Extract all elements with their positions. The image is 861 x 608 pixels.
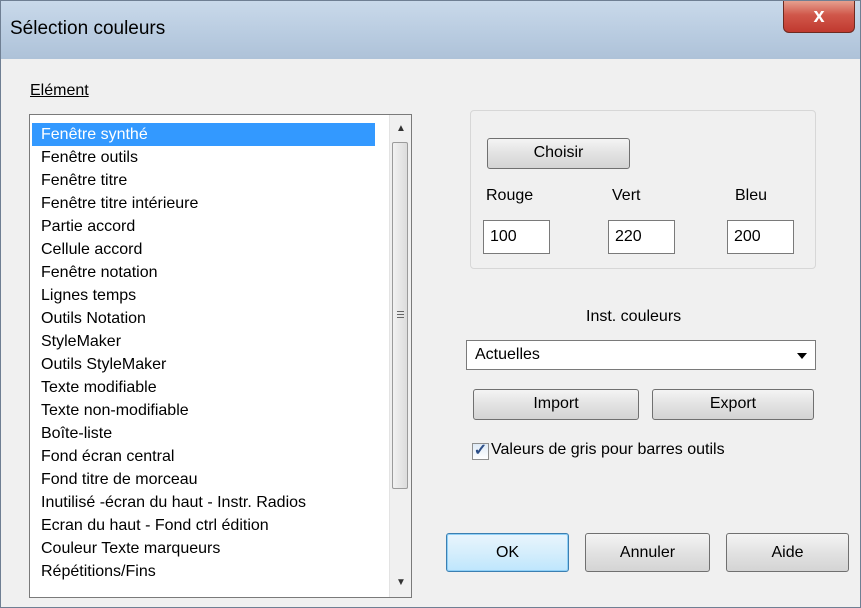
grip-line xyxy=(397,317,404,318)
title-bar[interactable]: Sélection couleurs x xyxy=(1,1,860,59)
ok-button[interactable]: OK xyxy=(446,533,569,572)
grip-line xyxy=(397,311,404,312)
cancel-button[interactable]: Annuler xyxy=(585,533,710,572)
list-item[interactable]: StyleMaker xyxy=(32,330,375,353)
color-sets-select[interactable]: Actuelles xyxy=(466,340,816,370)
gray-values-label[interactable]: Valeurs de gris pour barres outils xyxy=(491,441,725,459)
list-item[interactable]: Couleur Texte marqueurs xyxy=(32,537,375,560)
list-item[interactable]: Fond écran central xyxy=(32,445,375,468)
close-icon: x xyxy=(813,5,825,27)
choose-color-button[interactable]: Choisir xyxy=(487,138,630,169)
list-item[interactable]: Répétitions/Fins xyxy=(32,560,375,583)
import-button[interactable]: Import xyxy=(473,389,639,420)
element-listbox[interactable]: Fenêtre synthé Fenêtre outils Fenêtre ti… xyxy=(29,114,412,598)
list-item[interactable]: Boîte-liste xyxy=(32,422,375,445)
scroll-up-icon[interactable]: ▲ xyxy=(390,118,411,140)
chevron-down-icon xyxy=(797,353,807,359)
list-item[interactable]: Texte non-modifiable xyxy=(32,399,375,422)
list-item[interactable]: Outils StyleMaker xyxy=(32,353,375,376)
list-item[interactable]: Ecran du haut - Fond ctrl édition xyxy=(32,514,375,537)
window-title: Sélection couleurs xyxy=(10,18,166,39)
list-item[interactable]: Inutilisé -écran du haut - Instr. Radios xyxy=(32,491,375,514)
help-button[interactable]: Aide xyxy=(726,533,849,572)
list-item[interactable]: Fenêtre titre xyxy=(32,169,375,192)
list-scrollbar[interactable]: ▲ ▼ xyxy=(389,115,411,597)
list-item-selected[interactable]: Fenêtre synthé xyxy=(32,123,375,146)
list-item[interactable]: Outils Notation xyxy=(32,307,375,330)
list-item[interactable]: Partie accord xyxy=(32,215,375,238)
list-item[interactable]: Fond titre de morceau xyxy=(32,468,375,491)
list-item[interactable]: Texte modifiable xyxy=(32,376,375,399)
scroll-down-icon[interactable]: ▼ xyxy=(390,572,411,594)
list-item[interactable]: Lignes temps xyxy=(32,284,375,307)
list-item[interactable]: Fenêtre notation xyxy=(32,261,375,284)
green-label: Vert xyxy=(612,187,641,204)
export-button[interactable]: Export xyxy=(652,389,814,420)
green-value-field[interactable]: 220 xyxy=(608,220,675,254)
checkmark-icon: ✓ xyxy=(473,442,488,459)
scroll-thumb[interactable] xyxy=(392,142,408,489)
blue-label: Bleu xyxy=(735,187,768,204)
color-sets-label: Inst. couleurs xyxy=(586,308,682,325)
element-label: Elément xyxy=(30,82,89,99)
red-value-field[interactable]: 100 xyxy=(483,220,550,254)
blue-value-field[interactable]: 200 xyxy=(727,220,794,254)
red-label: Rouge xyxy=(486,187,534,204)
list-item[interactable]: Cellule accord xyxy=(32,238,375,261)
color-sets-selected: Actuelles xyxy=(475,346,540,363)
grip-line xyxy=(397,314,404,315)
list-item[interactable]: Fenêtre titre intérieure xyxy=(32,192,375,215)
gray-values-checkbox[interactable]: ✓ xyxy=(472,442,489,460)
list-item[interactable]: Fenêtre outils xyxy=(32,146,375,169)
close-button[interactable]: x xyxy=(783,1,855,33)
